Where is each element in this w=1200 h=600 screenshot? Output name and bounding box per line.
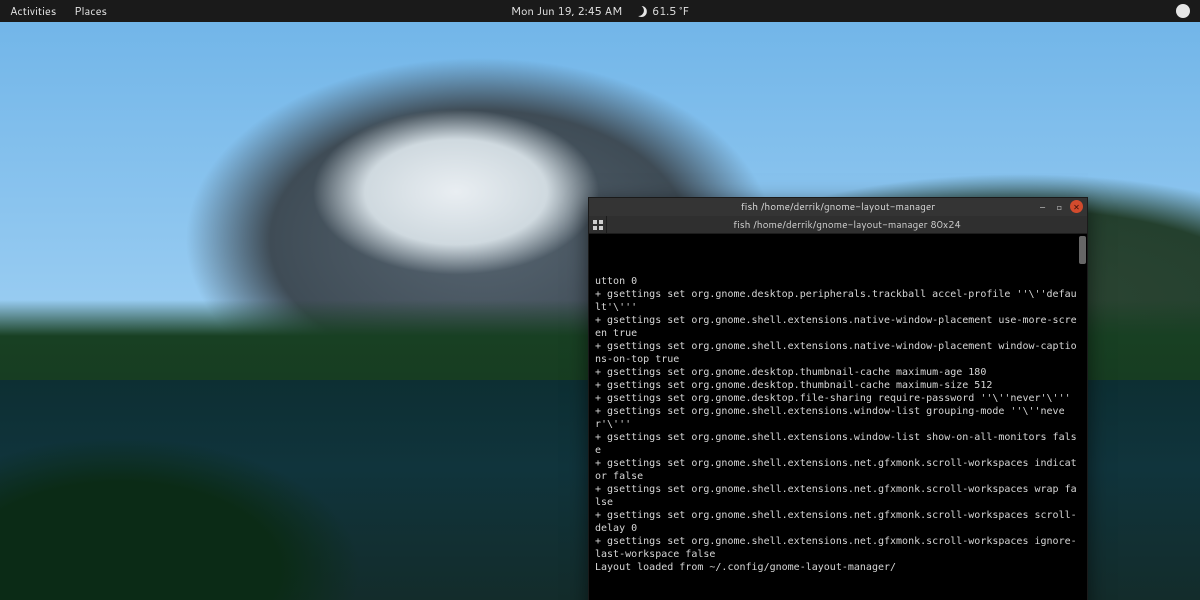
- terminal-line: + gsettings set org.gnome.shell.extensio…: [595, 340, 1081, 366]
- terminal-line: + gsettings set org.gnome.shell.extensio…: [595, 314, 1081, 340]
- terminal-line: Layout loaded from ~/.config/gnome-layou…: [595, 561, 1081, 574]
- terminal-tab[interactable]: fish /home/derrik/gnome-layout-manager 8…: [607, 218, 1087, 232]
- grid-icon: [593, 220, 603, 230]
- maximize-button[interactable]: [1053, 200, 1066, 213]
- close-button[interactable]: [1070, 200, 1083, 213]
- terminal-line: + gsettings set org.gnome.desktop.thumbn…: [595, 366, 1081, 379]
- system-status-icon[interactable]: [1176, 4, 1190, 18]
- terminal-window[interactable]: fish /home/derrik/gnome-layout-manager f…: [588, 197, 1088, 600]
- new-tab-button[interactable]: [589, 216, 607, 233]
- gnome-top-bar: Activities Places Mon Jun 19, 2:45 AM 61…: [0, 0, 1200, 22]
- weather-indicator[interactable]: 61.5 °F: [636, 3, 689, 19]
- activities-button[interactable]: Activities: [10, 3, 56, 19]
- places-menu[interactable]: Places: [74, 3, 107, 19]
- terminal-line: + gsettings set org.gnome.shell.extensio…: [595, 431, 1081, 457]
- terminal-lines: utton 0+ gsettings set org.gnome.desktop…: [595, 275, 1081, 574]
- terminal-line: + gsettings set org.gnome.desktop.file-s…: [595, 392, 1081, 405]
- window-titlebar[interactable]: fish /home/derrik/gnome-layout-manager: [589, 198, 1087, 216]
- moon-icon: [636, 6, 647, 17]
- terminal-line: + gsettings set org.gnome.shell.extensio…: [595, 509, 1081, 535]
- scrollbar-thumb[interactable]: [1079, 236, 1086, 264]
- minimize-button[interactable]: [1036, 200, 1049, 213]
- weather-temp: 61.5 °F: [652, 3, 689, 19]
- terminal-line: + gsettings set org.gnome.shell.extensio…: [595, 483, 1081, 509]
- terminal-tab-bar: fish /home/derrik/gnome-layout-manager 8…: [589, 216, 1087, 234]
- terminal-line: + gsettings set org.gnome.shell.extensio…: [595, 457, 1081, 483]
- terminal-output[interactable]: utton 0+ gsettings set org.gnome.desktop…: [589, 234, 1087, 600]
- terminal-line: + gsettings set org.gnome.desktop.thumbn…: [595, 379, 1081, 392]
- window-title: fish /home/derrik/gnome-layout-manager: [741, 200, 935, 214]
- terminal-line: + gsettings set org.gnome.shell.extensio…: [595, 405, 1081, 431]
- terminal-line: utton 0: [595, 275, 1081, 288]
- terminal-line: + gsettings set org.gnome.desktop.periph…: [595, 288, 1081, 314]
- clock[interactable]: Mon Jun 19, 2:45 AM: [511, 3, 622, 19]
- terminal-line: + gsettings set org.gnome.shell.extensio…: [595, 535, 1081, 561]
